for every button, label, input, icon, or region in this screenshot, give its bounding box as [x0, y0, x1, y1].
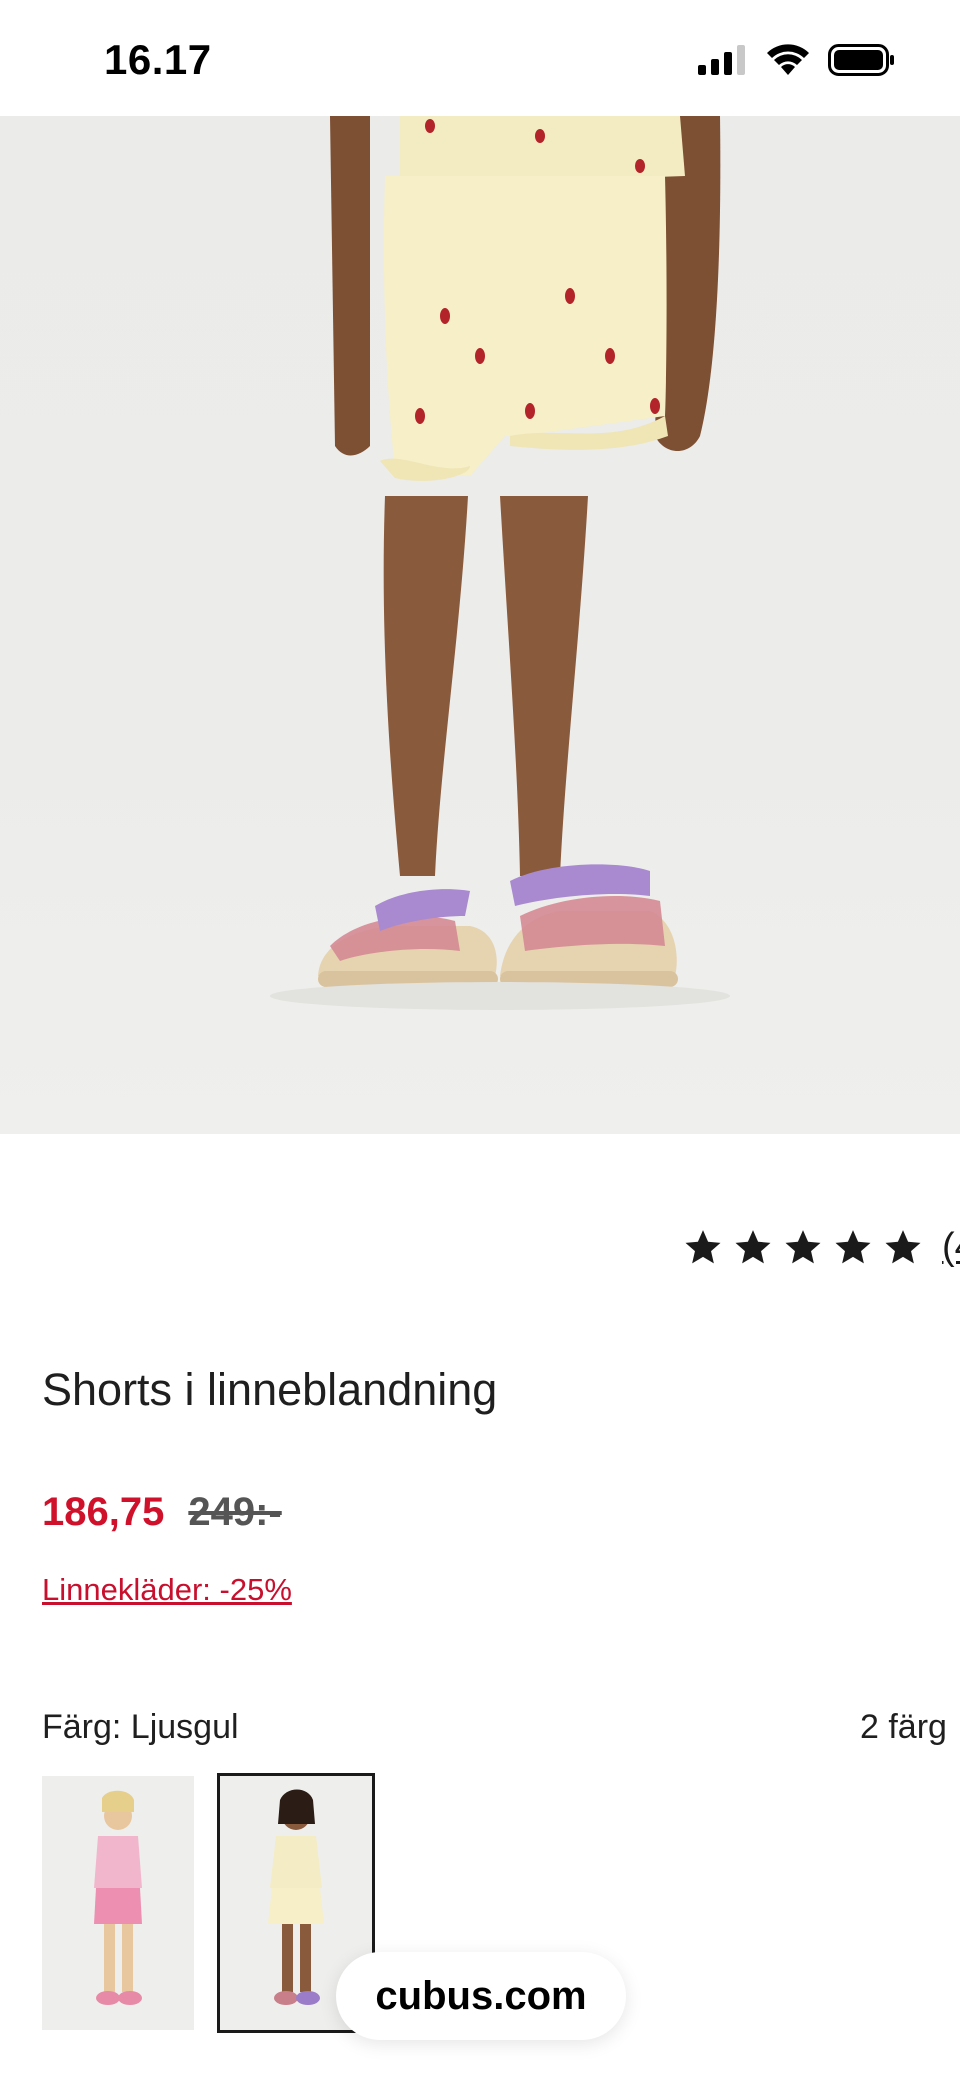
swatch-photo-rosa [42, 1776, 194, 2030]
product-photo [270, 116, 730, 1010]
status-time: 16.17 [104, 36, 212, 83]
sale-price: 186,75 [42, 1490, 165, 1534]
product-rating[interactable]: (4 [682, 1226, 960, 1269]
star-icon [785, 1229, 821, 1263]
star-icon [885, 1229, 921, 1263]
color-label: Färg: Ljusgul [42, 1708, 239, 1746]
browser-address-pill[interactable]: cubus.com [336, 1952, 626, 2040]
product-image-carousel[interactable] [0, 116, 960, 1134]
promo-link[interactable]: Linnekläder: -25% [42, 1572, 292, 1608]
star-icon [835, 1229, 871, 1263]
color-swatch-rosa[interactable] [42, 1776, 194, 2030]
star-icon [735, 1229, 771, 1263]
color-count[interactable]: 2 färg [860, 1708, 947, 1747]
price-row: 186,75 249:- [42, 1490, 282, 1535]
product-title: Shorts i linneblandning [42, 1364, 498, 1415]
cellular-signal-icon [698, 45, 745, 75]
review-count-link[interactable]: (4 [942, 1226, 960, 1269]
star-icon [685, 1229, 721, 1263]
wifi-icon [767, 44, 809, 75]
status-icons [698, 44, 896, 76]
battery-icon [828, 44, 894, 76]
status-bar: 16.17 [0, 0, 960, 116]
original-price: 249:- [188, 1490, 282, 1534]
